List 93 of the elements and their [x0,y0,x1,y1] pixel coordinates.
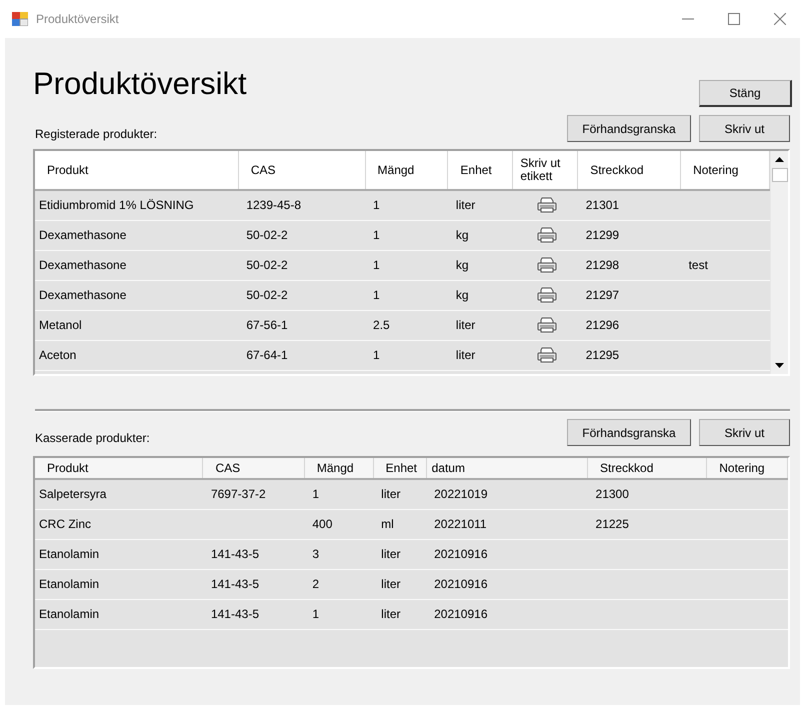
table-cell: liter [373,539,426,569]
column-header[interactable]: Produkt [35,458,203,479]
print-button[interactable]: Skriv ut [699,115,790,142]
table-cell: Metanol [35,310,238,340]
table-cell: Aceton [35,340,238,370]
table-cell: 21301 [578,190,681,220]
table-cell: liter [373,569,426,599]
table-cell: 141-43-5 [202,569,304,599]
column-header[interactable]: Streckkod [578,151,681,190]
table-cell: 21300 [588,479,707,509]
column-header[interactable]: Mängd [365,151,448,190]
preview-button[interactable]: Förhandsgranska [567,419,691,446]
table-cell: liter [448,190,513,220]
app-icon [12,12,28,26]
table-cell: 20221011 [426,509,588,539]
table-cell: 67-56-1 [238,310,366,340]
table-cell: liter [373,599,426,629]
printer-icon[interactable] [537,317,558,333]
table-cell: Etanolamin [35,569,203,599]
close-icon[interactable] [774,13,786,25]
scroll-up-icon[interactable] [775,157,784,162]
table-cell: 1 [365,340,448,370]
column-header[interactable]: Mängd [304,458,374,479]
printer-icon[interactable] [537,227,558,243]
table-cell: 1 [365,280,448,310]
table-cell: Salpetersyra [35,479,203,509]
table-cell: 3 [304,539,374,569]
printer-icon[interactable] [537,197,558,214]
print-button[interactable]: Skriv ut [699,419,790,446]
table-cell: 20210916 [426,539,588,569]
printer-icon[interactable] [537,347,558,363]
table-cell: 400 [304,509,374,539]
table-cell: Etanolamin [35,539,203,569]
table-cell: test [680,250,770,280]
table-cell: Dexamethasone [35,250,238,280]
table-cell: kg [448,220,513,250]
table-cell: 67-64-1 [238,340,366,370]
window-title: Produktöversikt [36,12,119,26]
table-cell: 50-02-2 [238,220,366,250]
table-cell: 50-02-2 [238,280,366,310]
table-cell: 21295 [578,340,681,370]
table-cell: 141-43-5 [202,539,304,569]
section-label: Kasserade produkter: [35,431,150,446]
scroll-thumb[interactable] [772,168,788,182]
table-cell: 1239-45-8 [238,190,366,220]
table-cell: 20210916 [426,599,588,629]
column-header[interactable]: CAS [238,151,366,190]
table-cell: 21296 [578,310,681,340]
table-cell: 1 [304,479,374,509]
table-cell: Dexamethasone [35,220,238,250]
table-cell: 20210916 [426,569,588,599]
table-cell: 7697-37-2 [202,479,304,509]
table-cell: 1 [304,599,374,629]
table-cell: Etidiumbromid 1% LÖSNING [35,190,238,220]
table-cell: 2 [304,569,374,599]
table-cell: CRC Zinc [35,509,203,539]
printer-icon[interactable] [537,257,558,273]
table-cell: 21298 [578,250,681,280]
table-cell: 21299 [578,220,681,250]
section-label: Registerade produkter: [35,127,158,142]
table-cell: liter [448,310,513,340]
column-header[interactable]: Enhet [373,458,426,479]
table-cell: 50-02-2 [238,250,366,280]
column-header[interactable]: Streckkod [588,458,707,479]
table-cell: Etanolamin [35,599,203,629]
table-cell: Dexamethasone [35,280,238,310]
page-heading: Produktöversikt [33,66,248,103]
table-cell: 1 [365,250,448,280]
table-cell: 21225 [588,509,707,539]
table-cell: ml [373,509,426,539]
column-header[interactable]: datum [426,458,588,479]
table-cell: 1 [365,190,448,220]
table-cell: kg [448,250,513,280]
table-cell: 20221019 [426,479,588,509]
scrollbar[interactable] [770,151,788,374]
printer-icon[interactable] [537,287,558,303]
column-header[interactable]: Notering [706,458,788,479]
column-header[interactable]: Enhet [448,151,513,190]
table-cell: 1 [365,220,448,250]
table-cell: 141-43-5 [202,599,304,629]
close-button[interactable]: Stäng [699,80,792,107]
column-header[interactable]: Skriv ut etikett [512,151,578,190]
table-cell: liter [373,479,426,509]
preview-button[interactable]: Förhandsgranska [567,115,691,142]
table-cell: 2.5 [365,310,448,340]
table-cell: 21297 [578,280,681,310]
table-cell: liter [448,340,513,370]
column-header[interactable]: Produkt [35,151,238,190]
column-header[interactable]: Notering [680,151,770,190]
maximize-icon[interactable] [728,13,740,25]
scroll-down-icon[interactable] [775,363,784,368]
column-header[interactable]: CAS [202,458,304,479]
table-cell: kg [448,280,513,310]
